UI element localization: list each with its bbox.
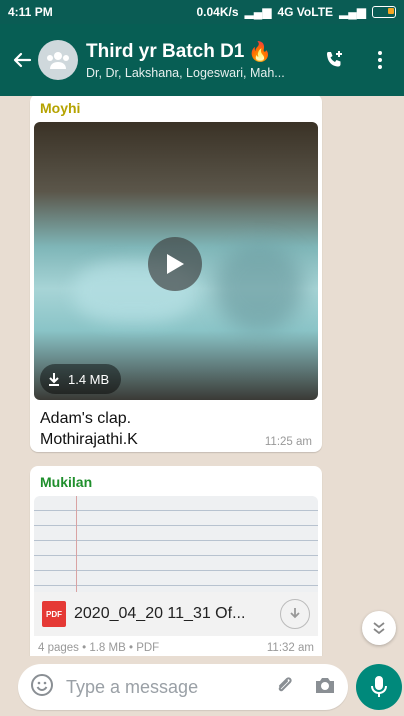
double-chevron-down-icon	[373, 622, 385, 635]
caption-line: Adam's clap.	[40, 410, 132, 427]
download-icon	[49, 373, 59, 386]
chat-header: Third yr Batch D1 🔥 Dr, Dr, Lakshana, Lo…	[0, 24, 404, 96]
status-bar: 4:11 PM 0.04K/s ▂▄▆ 4G VoLTE ▂▄▆	[0, 0, 404, 24]
signal-icon: ▂▄▆	[244, 5, 272, 19]
more-options-icon[interactable]	[366, 46, 394, 74]
chat-title-area[interactable]: Third yr Batch D1 🔥 Dr, Dr, Lakshana, Lo…	[86, 40, 312, 80]
caption: Adam's clap. Mothirajathi.K 11:25 am	[34, 400, 318, 450]
play-icon[interactable]	[148, 237, 202, 291]
battery-icon	[372, 6, 396, 18]
sender-name[interactable]: Moyhi	[34, 98, 318, 122]
add-call-icon[interactable]	[320, 46, 348, 74]
group-name: Third yr Batch D1	[86, 41, 245, 62]
status-indicators: 0.04K/s ▂▄▆ 4G VoLTE ▂▄▆	[196, 5, 396, 19]
signal-icon-2: ▂▄▆	[339, 5, 366, 19]
message-time: 11:25 am	[264, 436, 312, 448]
file-name: 2020_04_20 11_31 Of...	[74, 605, 246, 622]
participants-list: Dr, Dr, Lakshana, Logeswari, Mah...	[86, 66, 285, 80]
video-message[interactable]: Moyhi 1.4 MB Adam's clap. Mothirajathi.K…	[30, 96, 322, 452]
chat-area[interactable]: Moyhi 1.4 MB Adam's clap. Mothirajathi.K…	[0, 96, 404, 656]
message-composer	[18, 664, 348, 710]
video-size: 1.4 MB	[68, 371, 110, 387]
status-time: 4:11 PM	[8, 5, 53, 19]
document-message[interactable]: Mukilan PDF 2020_04_20 11_31 Of... 4 pag…	[30, 466, 322, 656]
scroll-to-bottom-button[interactable]	[362, 611, 396, 645]
emoji-icon[interactable]	[30, 673, 54, 702]
document-file-row[interactable]: PDF 2020_04_20 11_31 Of...	[34, 592, 318, 636]
sender-name[interactable]: Mukilan	[34, 470, 318, 496]
microphone-button[interactable]	[356, 664, 402, 710]
fire-emoji-icon: 🔥	[248, 42, 273, 63]
document-preview[interactable]	[34, 496, 318, 592]
group-avatar[interactable]	[38, 40, 78, 80]
document-meta: 4 pages • 1.8 MB • PDF	[38, 642, 160, 654]
camera-icon[interactable]	[314, 675, 336, 700]
chat-title: Third yr Batch D1 🔥	[86, 40, 312, 64]
pdf-icon: PDF	[42, 601, 66, 627]
download-icon[interactable]	[280, 599, 310, 629]
message-time: 11:32 am	[266, 642, 314, 654]
video-thumbnail[interactable]: 1.4 MB	[34, 122, 318, 400]
attach-icon[interactable]	[274, 674, 296, 701]
message-input[interactable]	[64, 675, 274, 699]
back-arrow-icon[interactable]	[10, 48, 34, 72]
group-icon	[47, 52, 69, 69]
video-download-button[interactable]: 1.4 MB	[40, 364, 122, 394]
microphone-icon	[371, 676, 387, 697]
network-speed: 0.04K/s	[196, 5, 239, 19]
network-label: 4G VoLTE	[277, 5, 334, 19]
